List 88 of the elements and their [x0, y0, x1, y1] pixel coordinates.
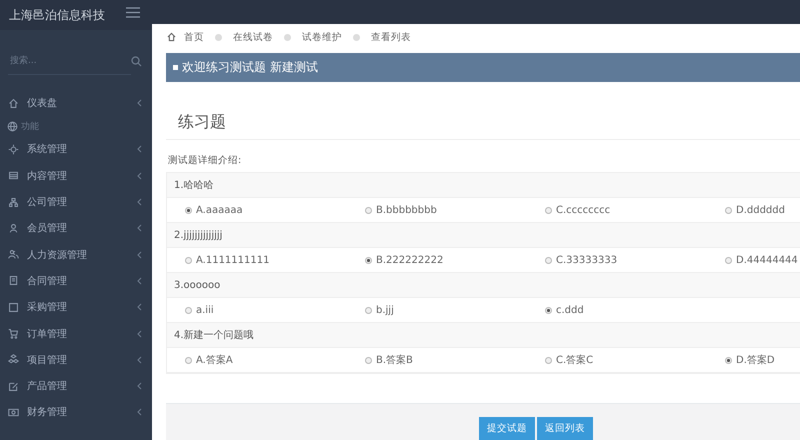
radio-button[interactable]	[365, 206, 372, 214]
answer-option[interactable]: C.答案C	[545, 353, 725, 367]
radio-button[interactable]	[545, 356, 552, 364]
question-text: 1.哈哈哈	[174, 179, 214, 192]
sidebar-item[interactable]: 采购管理	[0, 294, 152, 320]
answer-option[interactable]: B.222222222	[365, 254, 545, 266]
answer-option[interactable]: c.ddd	[545, 304, 725, 316]
radio-button[interactable]	[185, 306, 192, 314]
breadcrumb-link[interactable]: 查看列表	[371, 30, 411, 44]
sidebar-item[interactable]: 订单管理	[0, 320, 152, 347]
breadcrumb-link[interactable]: 试卷维护	[302, 30, 342, 44]
chevron-icon	[137, 330, 142, 338]
sidebar-item[interactable]: 系统管理	[0, 136, 152, 163]
answer-option[interactable]: B.bbbbbbbb	[365, 204, 545, 216]
radio-button[interactable]	[365, 356, 372, 364]
radio-button[interactable]	[185, 356, 192, 364]
chevron-icon	[137, 198, 142, 206]
user-icon	[8, 222, 19, 234]
question-text: 4.新建一个问题哦	[174, 328, 254, 342]
chevron-icon	[137, 99, 142, 108]
chevron-icon	[137, 276, 142, 285]
answer-option[interactable]: D.44444444	[725, 254, 800, 266]
square-icon	[173, 65, 178, 70]
separator-dot	[284, 34, 291, 40]
panel-title: 欢迎练习测试题 新建测试	[182, 59, 318, 76]
home-icon	[166, 32, 177, 42]
cubes-icon	[8, 354, 19, 366]
chevron-icon	[137, 224, 142, 232]
radio-button[interactable]	[725, 206, 732, 214]
banknote-icon	[8, 406, 19, 418]
sidebar-item[interactable]: 仪表盘	[0, 90, 152, 116]
radio-button[interactable]	[365, 306, 372, 314]
pencil-icon	[8, 380, 19, 392]
answer-option[interactable]: A.答案A	[185, 353, 365, 367]
search-icon	[131, 56, 142, 66]
sidebar-section-label: 功能	[21, 120, 39, 133]
answer-option[interactable]: C.cccccccc	[545, 204, 725, 216]
answer-option[interactable]: a.iii	[185, 304, 365, 316]
chevron-icon	[137, 172, 142, 180]
sidebar-item[interactable]: 项目管理	[0, 346, 152, 373]
answer-option[interactable]: B.答案B	[365, 353, 545, 367]
sidebar-item[interactable]: 合同管理	[0, 268, 152, 294]
sidebar-item[interactable]: 内容管理	[0, 162, 152, 189]
page-heading: 练习题	[166, 112, 800, 140]
sidebar-item[interactable]: 人力资源管理	[0, 241, 152, 268]
brand-title: 上海邑泊信息科技	[0, 0, 152, 30]
chevron-icon	[137, 382, 142, 390]
chevron-icon	[137, 408, 142, 416]
radio-button[interactable]	[725, 256, 732, 264]
answer-option[interactable]: b.jjj	[365, 304, 545, 316]
answer-option[interactable]: A.1111111111	[185, 254, 365, 266]
menu-icon[interactable]	[126, 6, 140, 18]
doc-icon	[8, 275, 19, 286]
answer-option[interactable]: A.aaaaaa	[185, 204, 365, 216]
radio-button[interactable]	[185, 256, 192, 264]
breadcrumb-link[interactable]: 首页	[184, 30, 204, 44]
breadcrumb-link[interactable]: 在线试卷	[233, 30, 273, 44]
question-text: 3.oooooo	[174, 280, 220, 290]
users-icon	[8, 249, 19, 260]
radio-button[interactable]	[545, 206, 552, 214]
chevron-icon	[137, 356, 142, 364]
list-icon	[8, 170, 19, 182]
action-button[interactable]: 返回列表	[537, 417, 593, 440]
radio-button[interactable]	[365, 256, 372, 264]
chevron-icon	[137, 303, 142, 312]
separator-dot	[353, 34, 360, 40]
globe-icon	[7, 120, 18, 132]
sidebar-item[interactable]: 会员管理	[0, 215, 152, 242]
box-icon	[8, 302, 19, 313]
sidebar-item[interactable]: 产品管理	[0, 372, 152, 400]
home-icon	[8, 98, 19, 109]
separator-dot	[215, 34, 222, 40]
action-button[interactable]: 提交试题	[479, 417, 535, 440]
radio-button[interactable]	[725, 356, 732, 364]
intro-text: 测试题详细介绍:	[167, 154, 242, 167]
sidebar-item[interactable]: 财务管理	[0, 399, 152, 426]
sidebar-item[interactable]: 公司管理	[0, 188, 152, 216]
search-field[interactable]: 搜索...	[8, 48, 131, 74]
cart-icon	[8, 328, 19, 340]
answer-option[interactable]: D.dddddd	[725, 204, 800, 216]
radio-button[interactable]	[545, 256, 552, 264]
chevron-icon	[137, 250, 142, 259]
radio-button[interactable]	[185, 206, 192, 214]
question-text: 2.jjjjjjjjjjjjjj	[174, 230, 222, 240]
answer-option[interactable]: D.答案D	[725, 353, 800, 367]
radio-button[interactable]	[545, 306, 552, 314]
answer-option[interactable]: C.33333333	[545, 254, 725, 266]
chevron-icon	[137, 145, 142, 154]
